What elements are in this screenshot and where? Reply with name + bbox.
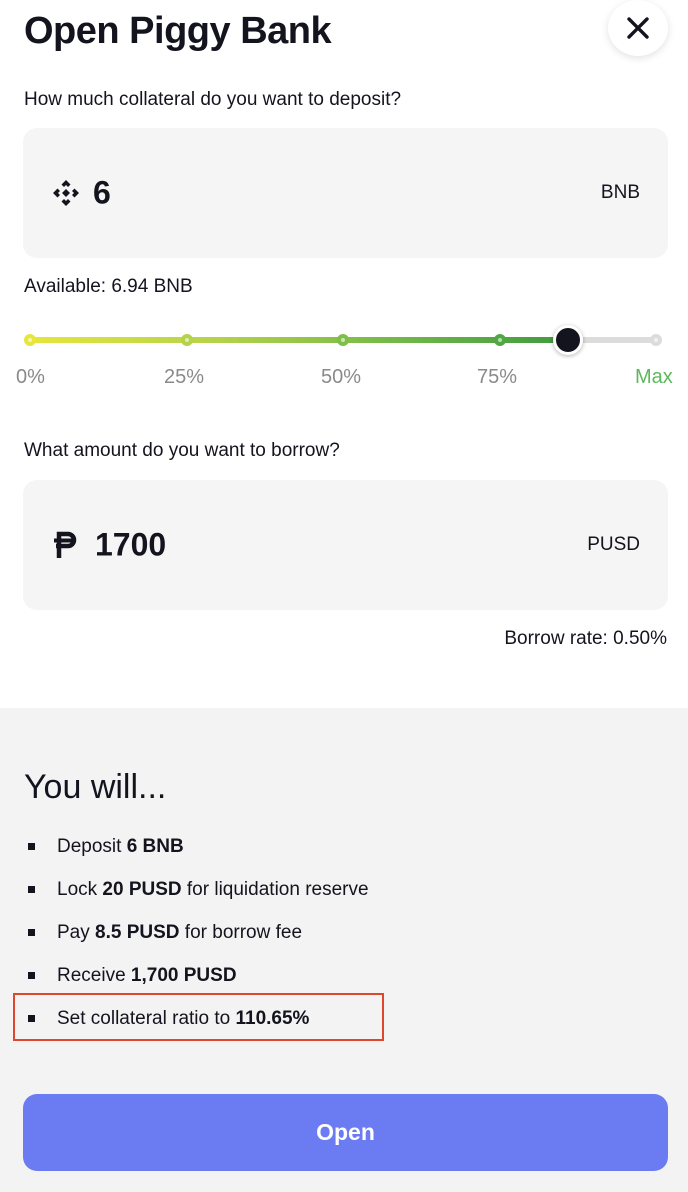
tick-label-75[interactable]: 75% — [477, 366, 517, 389]
pusd-icon — [51, 530, 81, 560]
summary-item-deposit: Deposit 6 BNB — [26, 836, 369, 879]
borrow-unit: PUSD — [587, 534, 640, 555]
tick-label-max[interactable]: Max — [635, 366, 673, 389]
borrow-amount[interactable]: 1700 — [95, 527, 166, 564]
borrow-question: What amount do you want to borrow? — [24, 440, 340, 461]
collateral-slider[interactable] — [24, 325, 662, 355]
tick-label-50[interactable]: 50% — [321, 366, 361, 389]
highlight-annotation — [13, 993, 384, 1041]
page-title: Open Piggy Bank — [24, 10, 332, 52]
slider-stop-0[interactable] — [24, 334, 36, 346]
slider-stop-50[interactable] — [337, 334, 349, 346]
deposit-question: How much collateral do you want to depos… — [24, 89, 402, 110]
slider-stop-max[interactable] — [650, 334, 662, 346]
slider-fill — [30, 337, 569, 343]
collateral-unit: BNB — [600, 182, 640, 203]
tick-label-0[interactable]: 0% — [16, 366, 45, 389]
collateral-input[interactable]: 6 BNB — [23, 128, 668, 258]
collateral-amount[interactable]: 6 — [93, 175, 111, 212]
borrow-rate: Borrow rate: 0.50% — [504, 628, 667, 649]
slider-stop-25[interactable] — [180, 334, 193, 346]
borrow-input[interactable]: 1700 PUSD — [23, 480, 668, 610]
open-button[interactable]: Open — [23, 1094, 668, 1171]
bnb-icon — [51, 178, 81, 208]
close-button[interactable] — [608, 0, 668, 56]
tick-label-25[interactable]: 25% — [164, 366, 204, 389]
summary-item-lock: Lock 20 PUSD for liquidation reserve — [26, 879, 369, 922]
summary-title: You will... — [24, 768, 167, 806]
slider-thumb[interactable] — [553, 325, 584, 355]
slider-stop-75[interactable] — [493, 334, 506, 346]
close-icon — [627, 17, 649, 39]
available-balance: Available: 6.94 BNB — [24, 276, 193, 297]
summary-item-pay: Pay 8.5 PUSD for borrow fee — [26, 922, 369, 965]
